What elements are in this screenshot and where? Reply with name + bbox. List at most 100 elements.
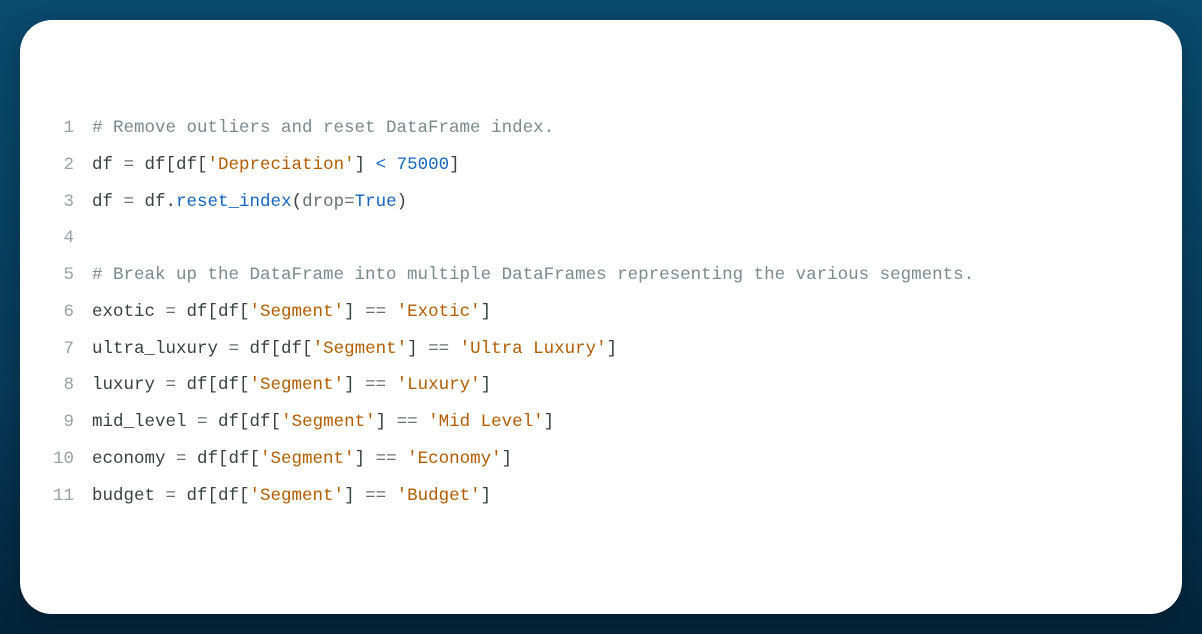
code-token: # Remove outliers and reset DataFrame in…	[92, 118, 554, 138]
line-number: 3	[20, 184, 92, 221]
code-token: df.	[134, 192, 176, 212]
code-token: ]	[449, 155, 460, 175]
code-token: =	[166, 486, 177, 506]
line-number: 5	[20, 257, 92, 294]
code-token: ]	[376, 412, 397, 432]
code-token: ]	[407, 339, 428, 359]
code-token	[386, 375, 397, 395]
code-line: 11budget = df[df['Segment'] == 'Budget']	[20, 478, 1182, 515]
code-content: df = df.reset_index(drop=True)	[92, 184, 407, 221]
code-token: df[df[	[176, 375, 250, 395]
code-token	[92, 228, 103, 248]
code-token: luxury	[92, 375, 166, 395]
code-content: luxury = df[df['Segment'] == 'Luxury']	[92, 367, 491, 404]
code-line: 1# Remove outliers and reset DataFrame i…	[20, 110, 1182, 147]
code-token: ==	[365, 302, 386, 322]
code-token: 'Luxury'	[397, 375, 481, 395]
code-token	[386, 155, 397, 175]
code-token: ]	[355, 155, 376, 175]
code-line: 7ultra_luxury = df[df['Segment'] == 'Ult…	[20, 331, 1182, 368]
code-token: economy	[92, 449, 176, 469]
code-token: 'Exotic'	[397, 302, 481, 322]
code-token: =	[124, 155, 135, 175]
code-token	[449, 339, 460, 359]
code-token: ==	[397, 412, 418, 432]
code-token: ]	[502, 449, 513, 469]
code-token: 'Segment'	[260, 449, 355, 469]
line-number: 7	[20, 331, 92, 368]
code-token: ==	[428, 339, 449, 359]
code-content: df = df[df['Depreciation'] < 75000]	[92, 147, 460, 184]
code-token	[418, 412, 429, 432]
code-token: drop	[302, 192, 344, 212]
code-token: ]	[344, 486, 365, 506]
code-token: <	[376, 155, 387, 175]
code-token: exotic	[92, 302, 166, 322]
code-token: df[df[	[176, 302, 250, 322]
code-line: 4	[20, 220, 1182, 257]
code-token: ]	[481, 486, 492, 506]
code-token: 'Economy'	[407, 449, 502, 469]
code-line: 5# Break up the DataFrame into multiple …	[20, 257, 1182, 294]
line-number: 9	[20, 404, 92, 441]
code-block: 1# Remove outliers and reset DataFrame i…	[20, 110, 1182, 514]
code-token: ]	[481, 302, 492, 322]
code-content: # Break up the DataFrame into multiple D…	[92, 257, 974, 294]
code-token: # Break up the DataFrame into multiple D…	[92, 265, 974, 285]
code-card: 1# Remove outliers and reset DataFrame i…	[20, 20, 1182, 614]
code-token: df[df[	[208, 412, 282, 432]
code-token: 'Segment'	[313, 339, 408, 359]
code-token	[397, 449, 408, 469]
code-token: (	[292, 192, 303, 212]
code-token: 'Segment'	[281, 412, 376, 432]
code-line: 2df = df[df['Depreciation'] < 75000]	[20, 147, 1182, 184]
code-token: =	[229, 339, 240, 359]
line-number: 2	[20, 147, 92, 184]
code-content: budget = df[df['Segment'] == 'Budget']	[92, 478, 491, 515]
code-content: mid_level = df[df['Segment'] == 'Mid Lev…	[92, 404, 554, 441]
code-token: reset_index	[176, 192, 292, 212]
code-token	[386, 302, 397, 322]
line-number: 8	[20, 367, 92, 404]
line-number: 11	[20, 478, 92, 515]
code-content: # Remove outliers and reset DataFrame in…	[92, 110, 554, 147]
code-token: ]	[481, 375, 492, 395]
code-token: ==	[365, 375, 386, 395]
code-content: economy = df[df['Segment'] == 'Economy']	[92, 441, 512, 478]
code-token: ]	[607, 339, 618, 359]
code-token: df[df[	[134, 155, 208, 175]
code-token: =	[166, 375, 177, 395]
code-token: 'Ultra Luxury'	[460, 339, 607, 359]
code-token: df[df[	[239, 339, 313, 359]
code-token: 'Mid Level'	[428, 412, 544, 432]
code-token: ultra_luxury	[92, 339, 229, 359]
code-line: 9mid_level = df[df['Segment'] == 'Mid Le…	[20, 404, 1182, 441]
line-number: 10	[20, 441, 92, 478]
code-token: =	[197, 412, 208, 432]
code-line: 10economy = df[df['Segment'] == 'Economy…	[20, 441, 1182, 478]
code-token: =	[166, 302, 177, 322]
code-token: ==	[365, 486, 386, 506]
code-line: 6exotic = df[df['Segment'] == 'Exotic']	[20, 294, 1182, 331]
code-token: mid_level	[92, 412, 197, 432]
code-token: 'Budget'	[397, 486, 481, 506]
code-token: 75000	[397, 155, 450, 175]
code-token: df[df[	[176, 486, 250, 506]
code-line: 8luxury = df[df['Segment'] == 'Luxury']	[20, 367, 1182, 404]
line-number: 4	[20, 220, 92, 257]
line-number: 6	[20, 294, 92, 331]
code-token: 'Segment'	[250, 302, 345, 322]
code-token: budget	[92, 486, 166, 506]
code-token: =	[176, 449, 187, 469]
code-token: df	[92, 192, 124, 212]
code-content: ultra_luxury = df[df['Segment'] == 'Ultr…	[92, 331, 617, 368]
line-number: 1	[20, 110, 92, 147]
code-line: 3df = df.reset_index(drop=True)	[20, 184, 1182, 221]
code-token: df	[92, 155, 124, 175]
code-token: df[df[	[187, 449, 261, 469]
code-token	[386, 486, 397, 506]
code-token: ]	[344, 375, 365, 395]
code-content: exotic = df[df['Segment'] == 'Exotic']	[92, 294, 491, 331]
code-token: =	[124, 192, 135, 212]
code-token: ==	[376, 449, 397, 469]
